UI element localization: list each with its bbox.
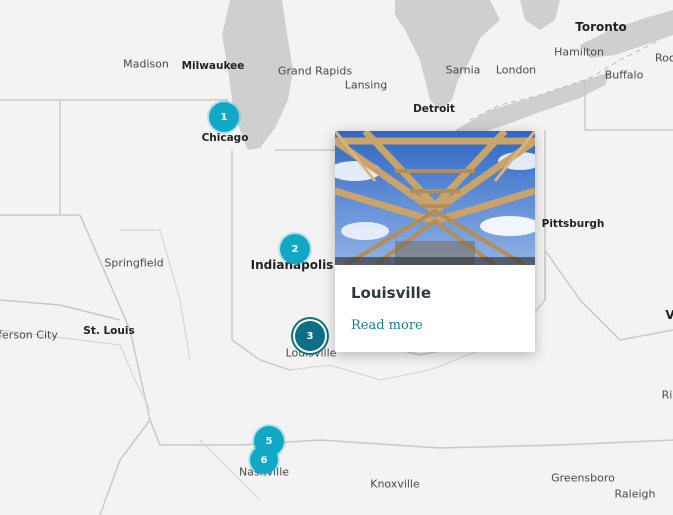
city-label-pittsburgh: Pittsburgh [541, 218, 605, 230]
city-label-buffalo: Buffalo [604, 68, 644, 82]
city-label-grand-rapids: Grand Rapids [277, 64, 353, 78]
city-label-springfield: Springfield [104, 256, 164, 270]
cluster-marker-louisville[interactable]: 3 [295, 321, 325, 351]
location-popup: Louisville Read more [335, 131, 535, 352]
city-label-lansing: Lansing [344, 78, 388, 92]
city-label-toronto: Toronto [575, 20, 627, 34]
cluster-marker-chicago[interactable]: 1 [209, 102, 239, 132]
city-label-jefferson-city: ferson City [0, 328, 58, 342]
city-label-milwaukee: Milwaukee [181, 60, 245, 72]
city-label-chicago: Chicago [201, 132, 249, 144]
city-label-hamilton: Hamilton [554, 45, 604, 59]
city-label-st-louis: St. Louis [83, 325, 135, 337]
location-photo [335, 131, 535, 265]
state-label-virginia-partial: V [665, 308, 673, 322]
city-label-richmond: Ri [661, 388, 673, 402]
city-label-greensboro: Greensboro [551, 471, 615, 485]
city-label-london: London [495, 63, 537, 77]
city-label-raleigh: Raleigh [614, 487, 656, 501]
cluster-marker-nashville-north[interactable]: 5 [254, 426, 284, 456]
map-canvas[interactable]: Toronto Hamilton Buffalo Roc Madison Mil… [0, 0, 673, 515]
city-label-detroit: Detroit [413, 103, 455, 115]
city-label-sarnia: Sarnia [445, 63, 481, 77]
cluster-marker-indianapolis[interactable]: 2 [280, 234, 310, 264]
read-more-link[interactable]: Read more [351, 318, 423, 333]
city-label-rochester: Roc [655, 51, 673, 65]
city-label-knoxville: Knoxville [370, 477, 420, 491]
popup-title: Louisville [351, 284, 431, 302]
city-label-madison: Madison [123, 57, 169, 71]
